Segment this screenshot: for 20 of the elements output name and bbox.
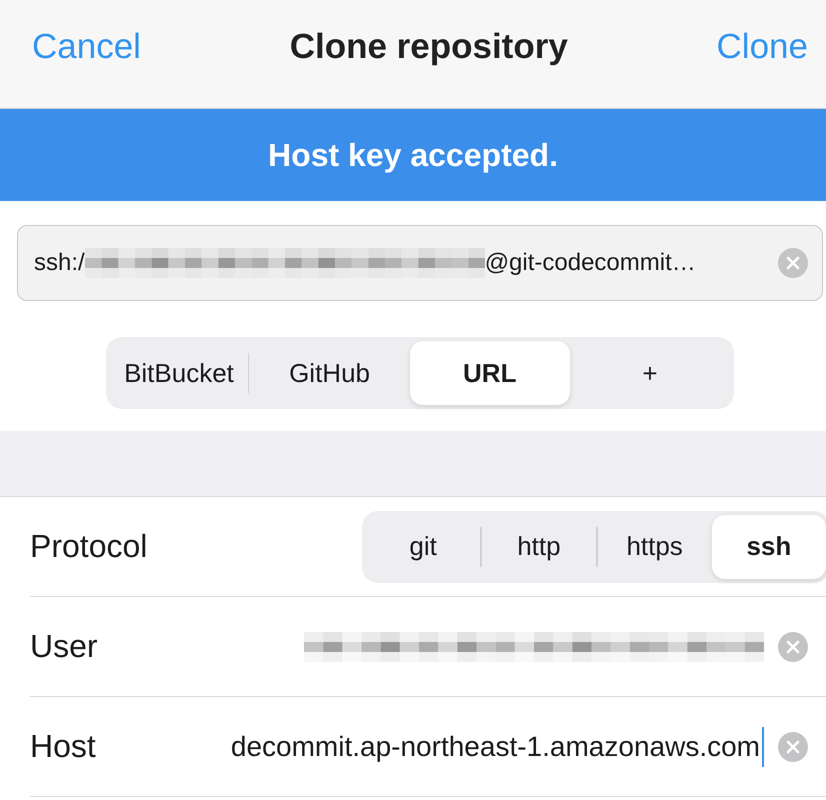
source-tab[interactable]: +	[570, 341, 730, 405]
clear-icon[interactable]	[778, 632, 808, 662]
host-field[interactable]: decommit.ap-northeast-1.amazonaws.com	[230, 730, 760, 762]
protocol-option[interactable]: https	[598, 514, 712, 578]
banner-message: Host key accepted.	[268, 136, 558, 174]
source-tab[interactable]: URL	[410, 341, 570, 405]
url-prefix: ssh:/	[34, 249, 85, 277]
user-label: User	[30, 628, 98, 665]
url-suffix: @git-codecommit…	[484, 249, 696, 277]
url-field[interactable]: ssh:/ @git-codecommit…	[17, 225, 823, 301]
protocol-option[interactable]: ssh	[712, 514, 826, 578]
protocol-option[interactable]: http	[482, 514, 596, 578]
clear-icon[interactable]	[778, 732, 808, 762]
protocol-option[interactable]: git	[366, 514, 480, 578]
clear-icon[interactable]	[778, 248, 808, 278]
screen-title: Clone repository	[290, 27, 568, 67]
source-tab[interactable]: BitBucket	[110, 341, 248, 405]
source-tab[interactable]: GitHub	[249, 341, 410, 405]
host-label: Host	[30, 728, 96, 765]
protocol-label: Protocol	[30, 528, 148, 565]
